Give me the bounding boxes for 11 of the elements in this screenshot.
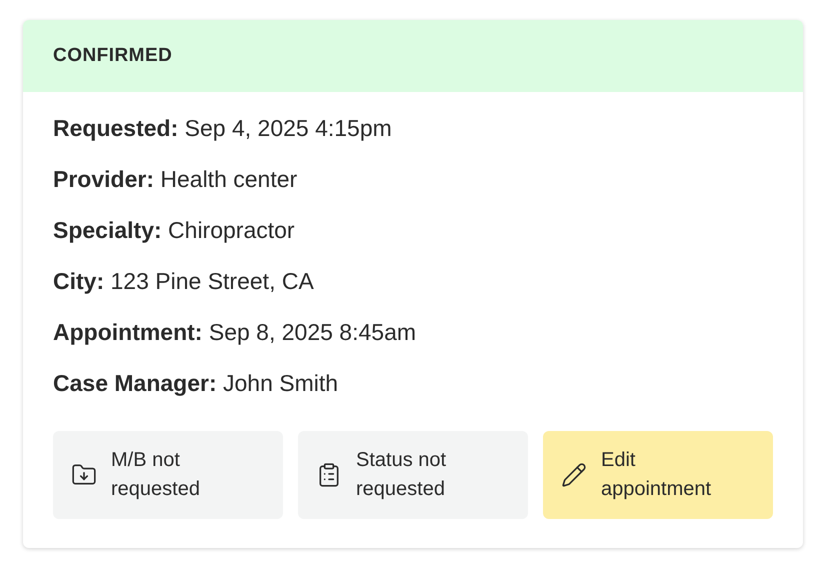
action-button[interactable]: M/B not requested — [53, 431, 283, 519]
detail-line: Provider: Health center — [53, 165, 298, 194]
detail-line: Case Manager: John Smith — [53, 369, 340, 398]
status-label: CONFIRMED — [53, 44, 172, 68]
action-button[interactable]: Edit appointment — [543, 431, 773, 519]
pencil-icon — [561, 462, 587, 488]
detail-line: Requested: Sep 4, 2025 4:15pm — [53, 114, 393, 143]
detail-line: Appointment: Sep 8, 2025 8:45am — [53, 318, 418, 347]
action-button[interactable]: Status not requested — [298, 431, 528, 519]
detail-line: City: 123 Pine Street, CA — [53, 267, 315, 296]
detail-line: Specialty: Chiropractor — [53, 216, 296, 245]
